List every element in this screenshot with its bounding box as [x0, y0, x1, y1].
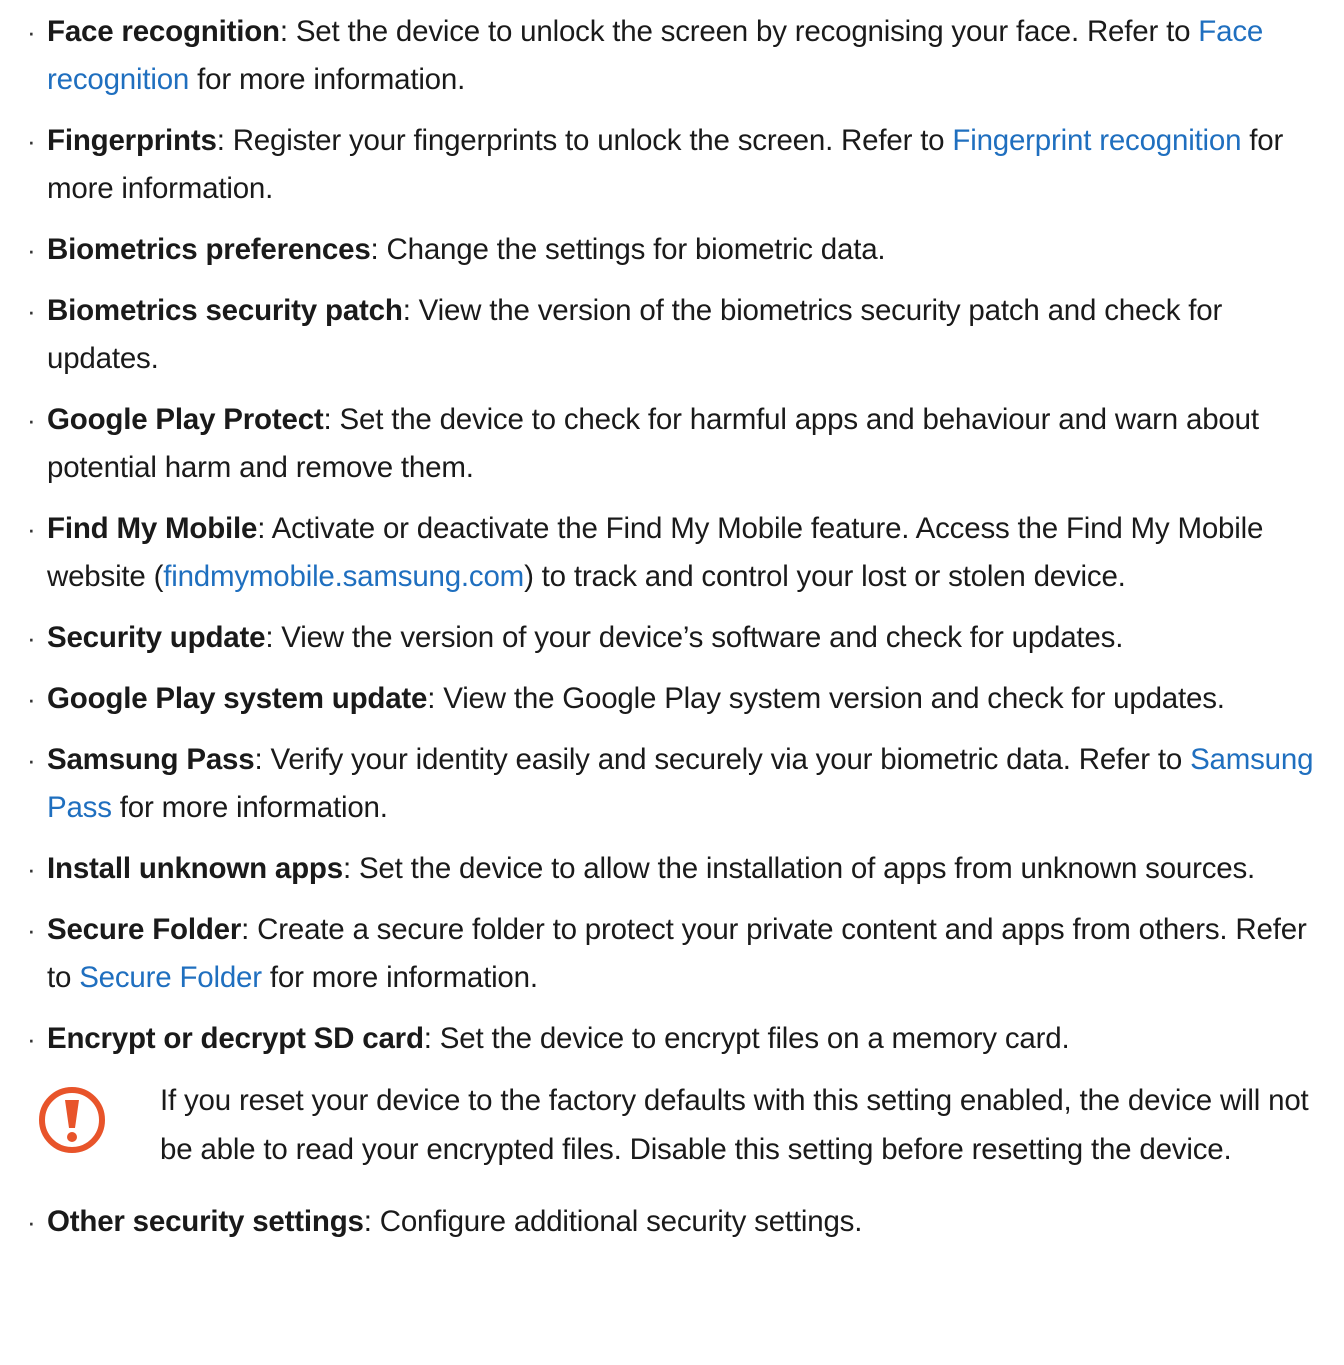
exclamation-warning-icon: [39, 1087, 105, 1153]
bullet-icon: ·: [27, 623, 36, 653]
list-item-security-update: · Security update: View the version of y…: [24, 614, 1320, 662]
item-term: Biometrics security patch: [47, 294, 403, 327]
bullet-icon: ·: [27, 514, 36, 544]
item-term: Secure Folder: [47, 913, 242, 946]
bullet-icon: ·: [27, 684, 36, 714]
bullet-icon: ·: [27, 126, 36, 156]
bullet-icon: ·: [27, 1207, 36, 1237]
list-item-encrypt-sd-card: · Encrypt or decrypt SD card: Set the de…: [24, 1015, 1320, 1063]
bullet-icon: ·: [27, 915, 36, 945]
findmymobile-website-link[interactable]: findmymobile.samsung.com: [163, 560, 524, 593]
item-term: Security update: [47, 621, 266, 654]
list-item-secure-folder: · Secure Folder: Create a secure folder …: [24, 906, 1320, 1002]
list-item-biometrics-preferences: · Biometrics preferences: Change the set…: [24, 226, 1320, 274]
list-item-install-unknown-apps: · Install unknown apps: Set the device t…: [24, 845, 1320, 893]
item-text: : Change the settings for biometric data…: [370, 233, 886, 266]
item-term: Find My Mobile: [47, 512, 258, 545]
security-settings-list-continued: · Other security settings: Configure add…: [24, 1198, 1320, 1246]
item-text: : Set the device to allow the installati…: [342, 852, 1256, 885]
item-term: Encrypt or decrypt SD card: [47, 1022, 424, 1055]
item-text: : Register your fingerprints to unlock t…: [216, 124, 953, 157]
bullet-icon: ·: [27, 235, 36, 265]
item-text: for more information.: [111, 791, 388, 824]
security-settings-list: · Face recognition: Set the device to un…: [24, 8, 1320, 1063]
bullet-icon: ·: [27, 745, 36, 775]
list-item-google-play-protect: · Google Play Protect: Set the device to…: [24, 396, 1320, 492]
bullet-icon: ·: [27, 405, 36, 435]
bullet-icon: ·: [27, 17, 36, 47]
list-item-find-my-mobile: · Find My Mobile: Activate or deactivate…: [24, 505, 1320, 601]
fingerprint-recognition-link[interactable]: Fingerprint recognition: [952, 124, 1241, 157]
list-item-fingerprints: · Fingerprints: Register your fingerprin…: [24, 117, 1320, 213]
item-term: Google Play Protect: [47, 403, 324, 436]
warning-text: If you reset your device to the factory …: [160, 1084, 1309, 1166]
item-text: : Set the device to unlock the screen by…: [279, 15, 1199, 48]
bullet-icon: ·: [27, 854, 36, 884]
list-item-other-security-settings: · Other security settings: Configure add…: [24, 1198, 1320, 1246]
item-text: : View the Google Play system version an…: [427, 682, 1225, 715]
list-item-biometrics-security-patch: · Biometrics security patch: View the ve…: [24, 287, 1320, 383]
item-text: : Set the device to encrypt files on a m…: [423, 1022, 1070, 1055]
item-term: Fingerprints: [47, 124, 217, 157]
bullet-icon: ·: [27, 1024, 36, 1054]
document-page: · Face recognition: Set the device to un…: [0, 0, 1344, 1365]
list-item-face-recognition: · Face recognition: Set the device to un…: [24, 8, 1320, 104]
bullet-icon: ·: [27, 296, 36, 326]
item-term: Samsung Pass: [47, 743, 255, 776]
item-text: ) to track and control your lost or stol…: [524, 560, 1126, 593]
item-text: for more information.: [189, 63, 466, 96]
item-term: Biometrics preferences: [47, 233, 371, 266]
warning-note: If you reset your device to the factory …: [24, 1076, 1320, 1174]
item-text: : Verify your identity easily and secure…: [254, 743, 1191, 776]
secure-folder-link[interactable]: Secure Folder: [79, 961, 262, 994]
item-term: Install unknown apps: [47, 852, 343, 885]
item-term: Face recognition: [47, 15, 280, 48]
item-text: for more information.: [261, 961, 538, 994]
item-text: : Configure additional security settings…: [363, 1205, 863, 1238]
list-item-google-play-system-update: · Google Play system update: View the Go…: [24, 675, 1320, 723]
item-text: : View the version of your device’s soft…: [265, 621, 1124, 654]
list-item-samsung-pass: · Samsung Pass: Verify your identity eas…: [24, 736, 1320, 832]
item-term: Google Play system update: [47, 682, 428, 715]
item-term: Other security settings: [47, 1205, 364, 1238]
